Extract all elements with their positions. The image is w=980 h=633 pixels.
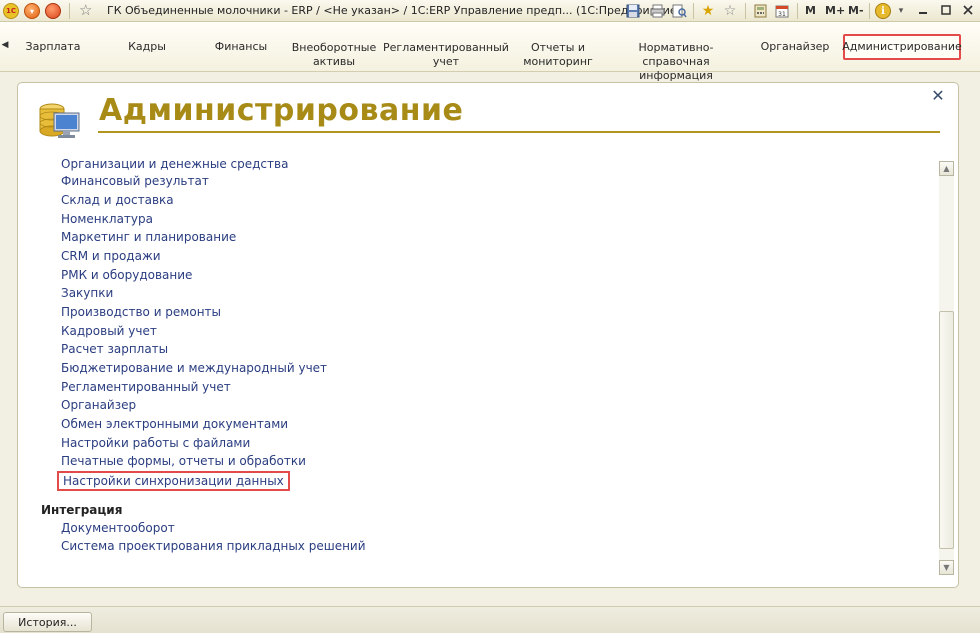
history-button[interactable]: История... bbox=[3, 612, 92, 632]
section-otchety[interactable]: Отчеты и мониторинг bbox=[520, 27, 596, 68]
section-organizer[interactable]: Органайзер bbox=[756, 27, 834, 67]
separator bbox=[869, 3, 870, 19]
link-purchases[interactable]: Закупки bbox=[61, 286, 113, 300]
calendar-icon[interactable]: 31 bbox=[774, 3, 790, 19]
info-icon[interactable]: i bbox=[875, 3, 891, 19]
page-title: Администрирование bbox=[99, 93, 464, 128]
preview-icon[interactable] bbox=[671, 3, 687, 19]
section-nsi[interactable]: Нормативно-справочная информация bbox=[605, 27, 747, 82]
separator bbox=[745, 3, 746, 19]
section-finansy[interactable]: Финансы bbox=[207, 27, 275, 67]
link-marketing[interactable]: Маркетинг и планирование bbox=[61, 230, 236, 244]
minimize-icon[interactable] bbox=[915, 2, 931, 18]
scroll-up-icon[interactable]: ▲ bbox=[939, 161, 954, 176]
settings-list: Организации и денежные средства Финансов… bbox=[18, 157, 938, 583]
title-underline bbox=[98, 131, 940, 133]
link-data-sync-settings[interactable]: Настройки синхронизации данных bbox=[57, 471, 290, 491]
memory-plus-button[interactable]: M+ bbox=[825, 4, 845, 17]
link-edi[interactable]: Обмен электронными документами bbox=[61, 417, 288, 431]
link-file-settings[interactable]: Настройки работы с файлами bbox=[61, 436, 250, 450]
scroll-down-icon[interactable]: ▼ bbox=[939, 560, 954, 575]
sections-panel: ◀ Зарплата Кадры Финансы Внеоборотные ак… bbox=[0, 22, 980, 82]
window-title: ГК Объединенные молочники - ERP / <Не ук… bbox=[107, 4, 681, 17]
link-pos-equipment[interactable]: РМК и оборудование bbox=[61, 268, 192, 282]
memory-button[interactable]: M bbox=[805, 4, 816, 17]
print-icon[interactable] bbox=[649, 3, 665, 19]
section-reglamentirovanny[interactable]: Регламентированный учет bbox=[382, 27, 510, 68]
section-administrirovanie[interactable]: Администрирование bbox=[842, 34, 962, 60]
scroll-left-icon[interactable]: ◀ bbox=[0, 28, 10, 62]
link-budgeting[interactable]: Бюджетирование и международный учет bbox=[61, 361, 327, 375]
stop-icon[interactable] bbox=[45, 3, 61, 19]
section-zarplata[interactable]: Зарплата bbox=[22, 27, 84, 67]
favorites-icon[interactable]: ☆ bbox=[722, 3, 738, 19]
star-icon[interactable]: ☆ bbox=[79, 1, 92, 19]
link-print-forms[interactable]: Печатные формы, отчеты и обработки bbox=[61, 454, 306, 468]
vertical-scrollbar[interactable]: ▲ ▼ bbox=[939, 161, 954, 575]
section-vneoborotnye[interactable]: Внеоборотные активы bbox=[291, 27, 377, 68]
link-regulated-accounting[interactable]: Регламентированный учет bbox=[61, 380, 231, 394]
link-organizations[interactable]: Организации и денежные средства bbox=[61, 157, 288, 171]
content-panel: Администрирование ✕ Организации и денежн… bbox=[17, 82, 959, 588]
calculator-icon[interactable] bbox=[752, 3, 768, 19]
title-bar: 1C ▾ ☆ ГК Объединенные молочники - ERP /… bbox=[0, 0, 980, 22]
close-icon[interactable]: ✕ bbox=[929, 86, 947, 105]
link-payroll[interactable]: Расчет зарплаты bbox=[61, 342, 168, 356]
separator bbox=[69, 3, 70, 19]
scrollbar-thumb[interactable] bbox=[939, 311, 954, 549]
chevron-down-icon[interactable]: ▾ bbox=[893, 3, 909, 19]
close-window-icon[interactable] bbox=[960, 2, 976, 18]
link-document-flow[interactable]: Документооборот bbox=[61, 521, 175, 535]
app-logo-icon[interactable]: 1C bbox=[3, 3, 19, 19]
add-favorite-icon[interactable]: ★ bbox=[700, 3, 716, 19]
integration-group-title: Интеграция bbox=[41, 503, 123, 517]
link-organizer[interactable]: Органайзер bbox=[61, 398, 136, 412]
link-nomenclature[interactable]: Номенклатура bbox=[61, 212, 153, 226]
database-computer-icon bbox=[37, 97, 81, 141]
link-design-system[interactable]: Система проектирования прикладных решени… bbox=[61, 539, 366, 553]
link-warehouse[interactable]: Склад и доставка bbox=[61, 193, 174, 207]
status-bar: История... bbox=[0, 606, 980, 633]
separator bbox=[797, 3, 798, 19]
separator bbox=[693, 3, 694, 19]
main-menu-icon[interactable]: ▾ bbox=[24, 3, 40, 19]
memory-minus-button[interactable]: M- bbox=[848, 4, 864, 17]
svg-text:31: 31 bbox=[778, 11, 786, 18]
save-icon[interactable] bbox=[625, 3, 641, 19]
link-financial-result[interactable]: Финансовый результат bbox=[61, 174, 209, 188]
link-crm[interactable]: CRM и продажи bbox=[61, 249, 161, 263]
maximize-icon[interactable] bbox=[938, 2, 954, 18]
link-production[interactable]: Производство и ремонты bbox=[61, 305, 221, 319]
link-hr[interactable]: Кадровый учет bbox=[61, 324, 157, 338]
section-kadry[interactable]: Кадры bbox=[118, 27, 176, 67]
